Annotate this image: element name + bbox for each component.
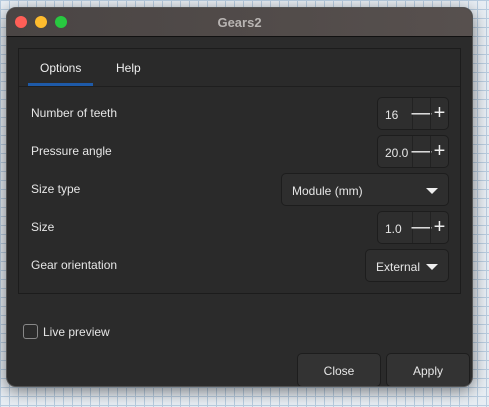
live-preview-checkbox[interactable] (23, 324, 38, 339)
size-type-label: Size type (31, 182, 81, 196)
decrement-button[interactable]: — (412, 212, 432, 243)
tab-help[interactable]: Help (116, 61, 141, 75)
pressure-value[interactable]: 20.0 (378, 136, 412, 167)
size-type-value: Module (mm) (292, 184, 363, 198)
orientation-value: External (376, 260, 421, 274)
gears2-dialog: Gears2 Options Help Number of teeth 16 —… (6, 7, 473, 387)
title-bar[interactable]: Gears2 (7, 8, 472, 37)
size-value[interactable]: 1.0 (378, 212, 412, 243)
teeth-value[interactable]: 16 (378, 98, 412, 129)
pressure-label: Pressure angle (31, 144, 112, 158)
tab-options[interactable]: Options (27, 61, 94, 86)
pressure-stepper[interactable]: 20.0 — + (377, 135, 449, 168)
apply-button[interactable]: Apply (386, 353, 470, 386)
dropdown-arrow-icon (426, 264, 438, 270)
options-panel: Options Help Number of teeth 16 — + Pres… (18, 48, 461, 294)
decrement-button[interactable]: — (412, 136, 432, 167)
increment-button[interactable]: + (430, 98, 448, 129)
orientation-dropdown[interactable]: External (365, 249, 449, 282)
size-type-dropdown[interactable]: Module (mm) (281, 173, 449, 206)
close-button[interactable]: Close (297, 353, 381, 386)
increment-button[interactable]: + (430, 136, 448, 167)
size-label: Size (31, 220, 55, 234)
teeth-stepper[interactable]: 16 — + (377, 97, 449, 130)
tab-bar: Options Help (19, 49, 460, 87)
increment-button[interactable]: + (430, 212, 448, 243)
live-preview-label[interactable]: Live preview (43, 325, 110, 339)
size-stepper[interactable]: 1.0 — + (377, 211, 449, 244)
orientation-label: Gear orientation (31, 258, 118, 272)
window-title: Gears2 (217, 15, 262, 30)
decrement-button[interactable]: — (412, 98, 432, 129)
dropdown-arrow-icon (426, 188, 438, 194)
teeth-label: Number of teeth (31, 106, 118, 120)
